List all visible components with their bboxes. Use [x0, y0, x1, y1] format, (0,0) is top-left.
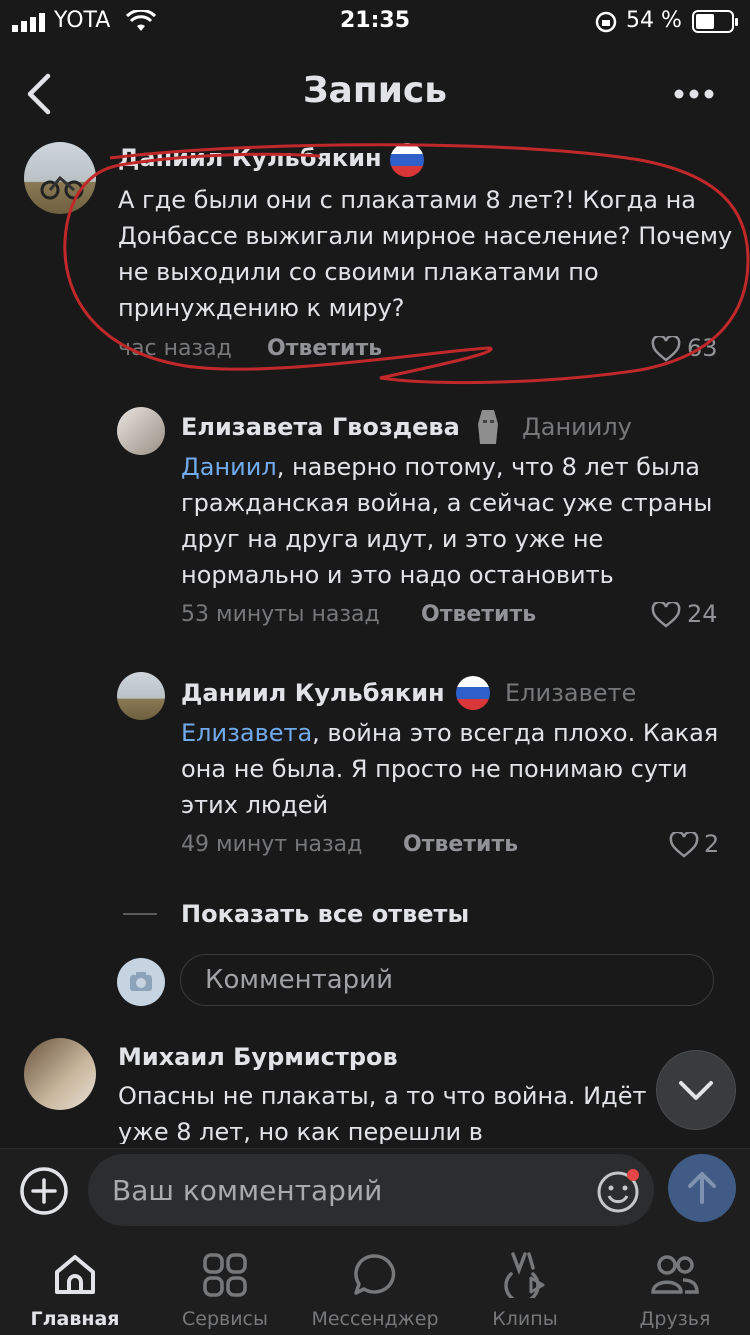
- tab-home[interactable]: Главная: [0, 1248, 150, 1334]
- comment-time: 49 минут назад: [181, 832, 363, 857]
- tab-label: Клипы: [492, 1308, 558, 1330]
- comment-text: Опасны не плакаты, а то что война. Идёт …: [118, 1082, 647, 1144]
- comment-author[interactable]: Даниил Кульбякин: [181, 679, 445, 707]
- scroll-down-button[interactable]: [656, 1050, 736, 1130]
- rotation-lock-icon: [595, 11, 617, 33]
- arrow-up-icon: [688, 1172, 716, 1204]
- mention-link[interactable]: Елизавета: [181, 719, 312, 747]
- camera-icon: [130, 972, 152, 991]
- avatar[interactable]: [117, 672, 165, 720]
- heart-icon[interactable]: [669, 832, 699, 858]
- avatar[interactable]: [24, 1038, 96, 1110]
- send-button[interactable]: [668, 1154, 736, 1222]
- reply-to[interactable]: Даниилу: [522, 413, 632, 441]
- tab-messenger[interactable]: Мессенджер: [300, 1248, 450, 1334]
- reply-to[interactable]: Елизавете: [505, 679, 636, 707]
- comment-text: Елизавета, война это всегда плохо. Какая…: [181, 715, 726, 823]
- tab-services[interactable]: Сервисы: [150, 1248, 300, 1334]
- messenger-icon: [354, 1254, 396, 1295]
- divider: [123, 913, 157, 915]
- russia-flag-icon: [456, 676, 490, 710]
- comment-time: 53 минуты назад: [181, 602, 380, 627]
- moai-icon: [478, 410, 498, 444]
- heart-icon[interactable]: [651, 602, 681, 628]
- home-icon: [55, 1255, 95, 1294]
- status-bar: YOTA 21:35 54 %: [0, 0, 750, 44]
- red-circle-annotation: [63, 143, 750, 385]
- mention-link[interactable]: Даниил: [181, 453, 277, 481]
- emoji-icon[interactable]: [594, 1166, 644, 1216]
- comment-reply-input[interactable]: Комментарий: [180, 954, 714, 1006]
- page-title: Запись: [302, 70, 448, 111]
- battery-percent: 54 %: [626, 8, 682, 33]
- avatar[interactable]: [117, 407, 165, 455]
- friends-icon: [651, 1255, 699, 1294]
- tab-label: Мессенджер: [311, 1308, 439, 1330]
- add-attachment-icon[interactable]: [18, 1165, 70, 1217]
- battery-icon: [692, 10, 738, 33]
- tab-label: Друзья: [639, 1308, 711, 1330]
- like-count: 24: [687, 600, 718, 628]
- more-icon[interactable]: [674, 88, 714, 100]
- tab-friends[interactable]: Друзья: [600, 1248, 750, 1334]
- clips-icon: [504, 1252, 545, 1298]
- camera-avatar[interactable]: [117, 958, 165, 1006]
- reply-button[interactable]: Ответить: [403, 832, 518, 857]
- reply-button[interactable]: Ответить: [421, 602, 536, 627]
- comment-composer[interactable]: Ваш комментарий: [88, 1154, 654, 1226]
- services-icon: [203, 1253, 247, 1297]
- comment-author[interactable]: Михаил Бурмистров: [118, 1043, 398, 1071]
- tab-clips[interactable]: Клипы: [450, 1248, 600, 1334]
- tab-label: Главная: [30, 1308, 120, 1330]
- like-count: 2: [704, 830, 720, 858]
- comment-text: Даниил, наверно потому, что 8 лет была г…: [181, 449, 733, 593]
- chevron-down-icon: [679, 1081, 713, 1100]
- show-all-replies-button[interactable]: Показать все ответы: [181, 900, 469, 928]
- tab-label: Сервисы: [181, 1308, 268, 1330]
- comment-reply-placeholder: Комментарий: [205, 965, 393, 995]
- comment-author[interactable]: Елизавета Гвоздева: [181, 413, 460, 441]
- composer-placeholder: Ваш комментарий: [112, 1174, 383, 1207]
